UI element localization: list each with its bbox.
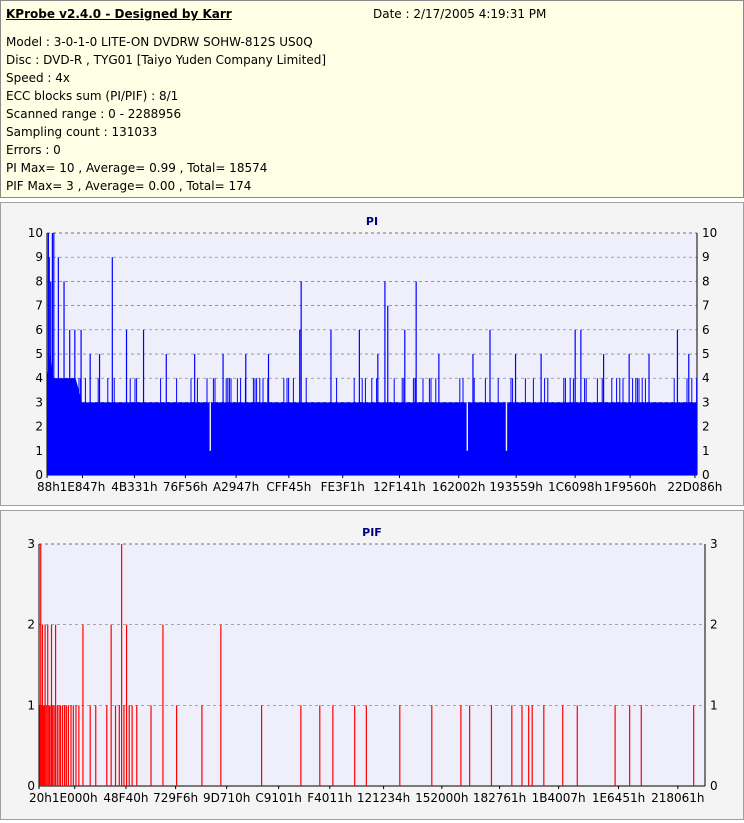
pi-ytick-left: 9 <box>35 250 43 264</box>
pi-xtick-label: 1F9560h <box>604 480 657 494</box>
pi-ytick-right: 4 <box>702 371 710 385</box>
pif-ytick-left: 2 <box>27 618 35 632</box>
pi-chart: PI0 01 12 23 34 45 56 67 78 89 910 1088h 1E847h 4B331… <box>28 215 723 494</box>
pif-xtick-label: C9101h <box>255 791 302 805</box>
pif-xtick-label: 1E000h <box>52 791 98 805</box>
pi-ytick-left: 5 <box>35 347 43 361</box>
pif-xtick-label: 48F40h <box>103 791 148 805</box>
pif-xtick-label: 1E6451h <box>592 791 645 805</box>
pif-xtick-label: 20h <box>29 791 52 805</box>
pi-ytick-right: 9 <box>702 250 710 264</box>
pif-chart-title: PIF <box>362 526 382 539</box>
pi-ytick-right: 8 <box>702 274 710 288</box>
ecc-sum-line: ECC blocks sum (PI/PIF) : 8/1 <box>6 89 179 103</box>
pi-xtick-label: 193559h <box>489 480 542 494</box>
pi-xtick-label: 12F141h <box>373 480 426 494</box>
pif-chart-panel: PIF 0 0 1 1 2 2 3 3 20h 1E000h 48F40h 729F6h 9D710h C9… <box>0 510 744 820</box>
app-title: KProbe v2.4.0 - Designed by Karr <box>6 7 232 21</box>
speed-line: Speed : 4x <box>6 71 71 85</box>
pi-ytick-right: 1 <box>702 444 710 458</box>
pi-xtick-label: 22D086h <box>667 480 722 494</box>
pi-ytick-right: 5 <box>702 347 710 361</box>
pif-ytick-left: 1 <box>27 698 35 712</box>
pif-plot-area <box>39 544 705 786</box>
pi-ytick-right: 10 <box>702 226 717 240</box>
pi-xtick-label: CFF45h <box>266 480 311 494</box>
pi-ytick-left: 1 <box>35 444 43 458</box>
pi-xtick-label: 1C6098h <box>548 480 602 494</box>
pi-ytick-left: 7 <box>35 299 43 313</box>
pi-xtick-label: FE3F1h <box>321 480 365 494</box>
pi-ytick-left: 2 <box>35 420 43 434</box>
disc-line: Disc : DVD-R , TYG01 [Taiyo Yuden Compan… <box>6 53 327 67</box>
pif-xtick-label: 9D710h <box>203 791 250 805</box>
scan-date: Date : 2/17/2005 4:19:31 PM <box>373 7 547 21</box>
pi-ytick-left: 6 <box>35 323 43 337</box>
errors-line: Errors : 0 <box>6 143 61 157</box>
sampling-count-line: Sampling count : 131033 <box>6 125 158 139</box>
pif-xtick-label: 1B4007h <box>532 791 586 805</box>
pi-stats-line: PI Max= 10 , Average= 0.99 , Total= 1857… <box>6 161 268 175</box>
pi-xtick-label: 88h <box>37 480 60 494</box>
pif-xtick-label: 182761h <box>473 791 526 805</box>
pi-ytick-left: 4 <box>35 371 43 385</box>
pi-xtick-label: 4B331h <box>111 480 157 494</box>
pif-ytick-left: 3 <box>27 537 35 551</box>
pif-ytick-right: 2 <box>710 618 718 632</box>
pif-xtick-label: 729F6h <box>153 791 198 805</box>
pi-xtick-label: A2947h <box>213 480 259 494</box>
pi-chart-title: PI <box>366 215 378 228</box>
pi-chart-panel: PI 0 0 1 1 2 2 3 3 4 4 5 5 6 6 7 7 8 8 9 9 10 10 88h 1E847h 4B331… <box>0 202 744 506</box>
pi-ytick-left: 3 <box>35 395 43 409</box>
info-panel: KProbe v2.4.0 - Designed by Karr Date : … <box>0 0 744 198</box>
pif-ytick-right: 0 <box>710 779 718 793</box>
pif-xtick-label: 121234h <box>357 791 410 805</box>
pi-ytick-right: 6 <box>702 323 710 337</box>
pif-xtick-label: 218061h <box>651 791 704 805</box>
pi-ytick-left: 8 <box>35 274 43 288</box>
pif-xtick-label: F4011h <box>307 791 352 805</box>
scanned-range-line: Scanned range : 0 - 2288956 <box>6 107 182 121</box>
pi-xtick-label: 1E847h <box>60 480 106 494</box>
pif-ytick-right: 1 <box>710 698 718 712</box>
pi-ytick-right: 3 <box>702 395 710 409</box>
pi-ytick-right: 7 <box>702 299 710 313</box>
pi-xtick-label: 76F56h <box>163 480 208 494</box>
pi-ytick-left: 10 <box>28 226 43 240</box>
pi-xtick-label: 162002h <box>432 480 485 494</box>
pif-stats-line: PIF Max= 3 , Average= 0.00 , Total= 174 <box>6 179 252 193</box>
pi-ytick-right: 2 <box>702 420 710 434</box>
model-line: Model : 3-0-1-0 LITE-ON DVDRW SOHW-812S … <box>6 35 313 49</box>
pif-chart: PIF0 01 12 23 320h 1E000h 48F40h 729F6h 9D710h C9… <box>27 526 718 805</box>
pif-xtick-label: 152000h <box>415 791 468 805</box>
pif-ytick-right: 3 <box>710 537 718 551</box>
